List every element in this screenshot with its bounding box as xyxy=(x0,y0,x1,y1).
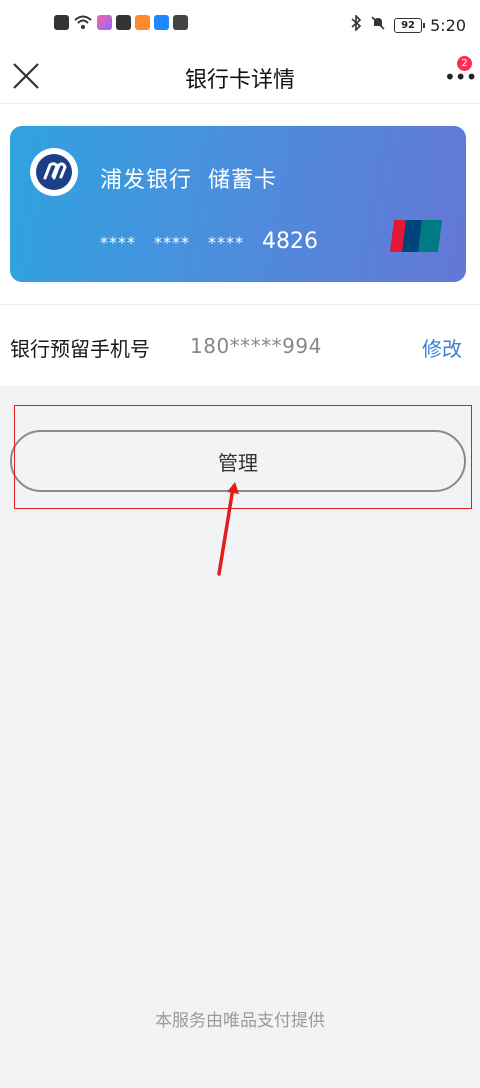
bank-name: 浦发银行 xyxy=(100,168,193,193)
card-last-four: 4826 xyxy=(262,229,318,254)
notification-icons xyxy=(54,15,188,30)
app-icon xyxy=(173,15,188,30)
service-provider-footer: 本服务由唯品支付提供 xyxy=(155,1011,325,1031)
bank-logo-icon xyxy=(30,148,78,196)
app-notification-icon xyxy=(97,15,112,30)
annotation-arrow-icon xyxy=(217,482,239,576)
page-title: 银行卡详情 xyxy=(184,68,295,93)
wifi-icon xyxy=(73,15,93,30)
unionpay-logo-icon xyxy=(388,218,444,254)
more-icon: ••• xyxy=(444,65,477,89)
card-section: 浦发银行 储蓄卡 **** **** **** 4826 xyxy=(0,104,480,304)
bank-card[interactable]: 浦发银行 储蓄卡 **** **** **** 4826 xyxy=(10,126,466,282)
card-type: 储蓄卡 xyxy=(208,168,278,193)
edit-phone-link[interactable]: 修改 xyxy=(422,333,462,362)
system-status: 92 5:20 xyxy=(350,14,466,35)
status-bar: 92 5:20 xyxy=(0,0,480,50)
video-app-icon xyxy=(135,15,150,30)
reserved-phone-row: 银行预留手机号 180*****994 修改 xyxy=(0,304,480,386)
alert-icon xyxy=(54,15,69,30)
upload-icon xyxy=(116,15,131,30)
card-mask-group: **** xyxy=(208,233,244,252)
more-button[interactable]: ••• 2 xyxy=(442,56,477,90)
page: 92 5:20 银行卡详情 ••• 2 浦发银行 储蓄卡 **** **** *… xyxy=(0,0,480,1088)
reserved-phone-value: 180*****994 xyxy=(190,334,322,358)
card-mask-group: **** xyxy=(154,233,190,252)
cloud-app-icon xyxy=(154,15,169,30)
card-number: **** **** **** 4826 xyxy=(100,229,318,254)
bluetooth-icon xyxy=(350,14,362,35)
clock: 5:20 xyxy=(430,15,466,35)
mute-bell-icon xyxy=(370,15,386,35)
battery-icon: 92 xyxy=(394,17,426,33)
header: 银行卡详情 ••• 2 xyxy=(0,50,480,104)
card-mask-group: **** xyxy=(100,233,136,252)
notification-badge: 2 xyxy=(457,56,472,71)
reserved-phone-label: 银行预留手机号 xyxy=(10,337,150,361)
